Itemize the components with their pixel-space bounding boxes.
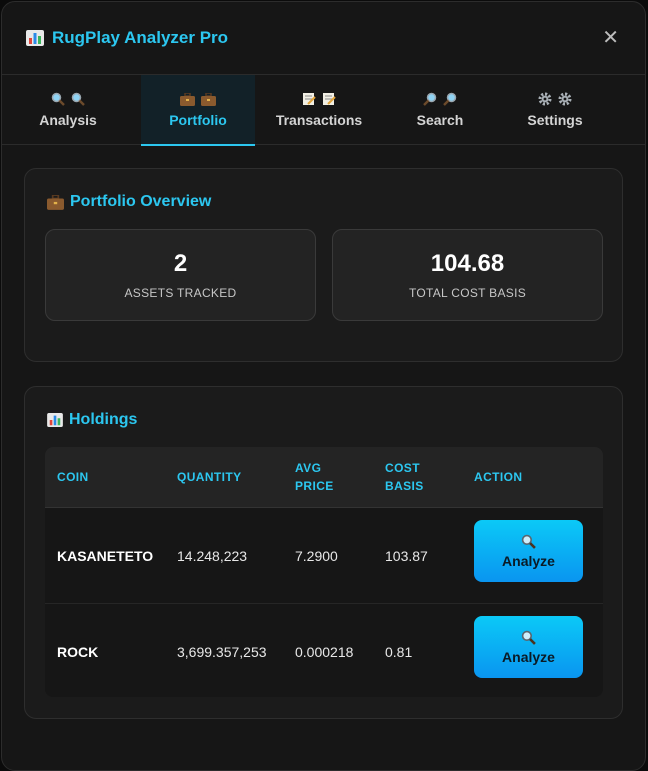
magnifier-icon <box>51 92 65 106</box>
magnifier-right-icon <box>423 92 437 106</box>
analyze-button-label: Analyze <box>502 552 555 569</box>
tab-analysis[interactable]: Analysis <box>22 75 114 144</box>
cell-quantity: 14.248,223 <box>177 547 248 564</box>
tab-settings[interactable]: Settings <box>514 75 596 144</box>
stat-label: ASSETS TRACKED <box>124 286 237 300</box>
tab-transactions-label: Transactions <box>275 112 363 128</box>
tab-bar: Analysis Portfolio Transactions Search S… <box>2 75 645 146</box>
column-header-cost-basis-line2: BASIS <box>385 479 424 493</box>
magnifier-icon <box>521 534 536 549</box>
app-title: RugPlay Analyzer Pro <box>26 28 228 48</box>
briefcase-icon <box>180 92 195 106</box>
cell-coin: ROCK <box>57 643 99 660</box>
stat-assets-tracked: 2 ASSETS TRACKED <box>45 229 316 321</box>
tab-analysis-label: Analysis <box>39 112 97 128</box>
tab-settings-label: Settings <box>527 112 583 128</box>
close-button[interactable]: ✕ <box>602 28 619 48</box>
analyze-button[interactable]: Analyze <box>474 616 583 678</box>
portfolio-overview-title-text: Portfolio Overview <box>70 193 212 210</box>
magnifier-right-icon <box>443 92 457 106</box>
memo-icon <box>303 93 316 105</box>
holdings-table: COIN QUANTITY AVG PRICE COST BASIS ACTIO… <box>45 447 603 697</box>
memo-icon <box>323 93 336 105</box>
briefcase-icon <box>201 92 216 106</box>
column-header-avg-price-line1: AVG <box>295 461 322 475</box>
magnifier-icon <box>521 630 536 645</box>
column-header-cost-basis: COST BASIS <box>385 447 424 507</box>
portfolio-overview-card: Portfolio Overview 2 ASSETS TRACKED 104.… <box>24 168 623 362</box>
stat-value: 104.68 <box>430 250 505 277</box>
cell-coin: KASANETETO <box>57 547 154 564</box>
app-window: RugPlay Analyzer Pro ✕ Analysis Portfoli… <box>1 1 646 771</box>
stat-value: 2 <box>173 250 188 277</box>
bar-chart-icon <box>47 413 63 427</box>
title-bar: RugPlay Analyzer Pro ✕ <box>2 2 645 75</box>
column-header-cost-basis-line1: COST <box>385 461 420 475</box>
column-header-coin: COIN <box>57 470 89 484</box>
gear-icon <box>538 92 552 106</box>
column-header-avg-price: AVG PRICE <box>295 447 334 507</box>
briefcase-icon <box>47 194 64 210</box>
holdings-title: Holdings <box>47 411 137 429</box>
stat-label: TOTAL COST BASIS <box>408 286 527 300</box>
table-row: ROCK 3,699.357,253 0.000218 0.81 Analyze <box>45 604 603 697</box>
cell-quantity: 3,699.357,253 <box>177 643 267 660</box>
holdings-title-text: Holdings <box>69 411 138 428</box>
cell-cost-basis: 103.87 <box>385 547 428 564</box>
stat-total-cost-basis: 104.68 TOTAL COST BASIS <box>332 229 603 321</box>
app-title-text: RugPlay Analyzer Pro <box>52 28 229 47</box>
holdings-card: Holdings COIN QUANTITY AVG PRICE COST BA… <box>24 386 623 719</box>
column-header-avg-price-line2: PRICE <box>295 479 334 493</box>
analyze-button-label: Analyze <box>502 648 555 665</box>
cell-avg-price: 7.2900 <box>295 547 338 564</box>
tab-transactions[interactable]: Transactions <box>270 75 368 144</box>
portfolio-overview-title: Portfolio Overview <box>47 193 211 211</box>
tab-search[interactable]: Search <box>404 75 476 144</box>
cell-cost-basis: 0.81 <box>385 643 413 660</box>
tab-portfolio-label: Portfolio <box>169 112 227 128</box>
table-header: COIN QUANTITY AVG PRICE COST BASIS ACTIO… <box>45 447 603 508</box>
analyze-button[interactable]: Analyze <box>474 520 583 582</box>
table-row: KASANETETO 14.248,223 7.2900 103.87 Anal… <box>45 508 603 604</box>
gear-icon <box>558 92 572 106</box>
column-header-action: ACTION <box>474 470 523 484</box>
bar-chart-icon <box>26 30 44 46</box>
tab-portfolio[interactable]: Portfolio <box>141 75 255 146</box>
cell-avg-price: 0.000218 <box>295 643 354 660</box>
tab-search-label: Search <box>416 112 464 128</box>
magnifier-icon <box>71 92 85 106</box>
column-header-quantity: QUANTITY <box>177 470 242 484</box>
